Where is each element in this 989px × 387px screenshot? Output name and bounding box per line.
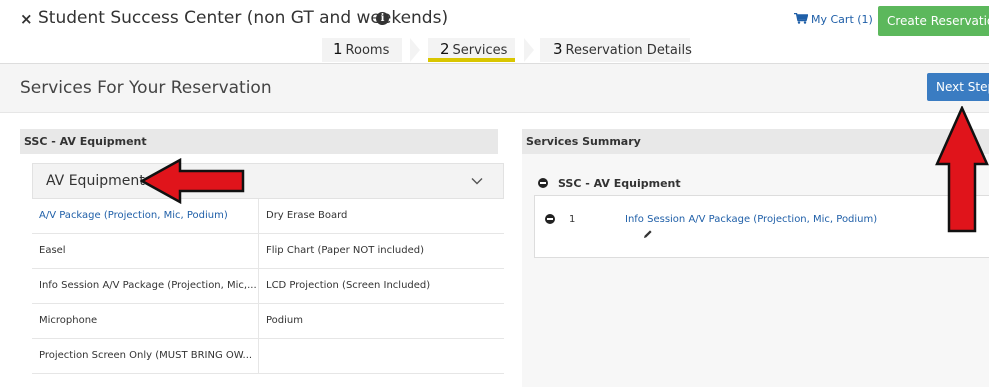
service-item[interactable]: Easel: [32, 234, 258, 268]
service-row: Info Session A/V Package (Projection, Mi…: [32, 269, 504, 304]
service-item[interactable]: Projection Screen Only (MUST BRING OW...: [32, 339, 258, 373]
section-title: Services For Your Reservation: [20, 78, 272, 98]
service-row: A/V Package (Projection, Mic, Podium) Dr…: [32, 199, 504, 234]
av-equipment-group-toggle[interactable]: AV Equipment: [32, 163, 504, 199]
step-label: Reservation Details: [565, 43, 692, 58]
info-icon[interactable]: i: [376, 12, 389, 25]
active-step-indicator: [428, 58, 515, 62]
service-item-empty: [258, 339, 504, 373]
remove-item-icon[interactable]: [545, 214, 555, 224]
my-cart-link[interactable]: My Cart (1): [794, 13, 873, 26]
cart-icon: [794, 13, 808, 24]
services-subheader: Services For Your Reservation Next Step: [0, 64, 989, 113]
summary-group-title: SSC - AV Equipment: [558, 177, 681, 190]
service-item[interactable]: Flip Chart (Paper NOT included): [258, 234, 504, 268]
collapse-icon: [538, 178, 548, 188]
chevron-down-icon: [471, 178, 483, 185]
step-number: 2: [440, 40, 450, 58]
step-label: Rooms: [345, 43, 390, 58]
service-item[interactable]: Dry Erase Board: [258, 199, 504, 233]
cart-label: My Cart (1): [811, 13, 873, 26]
top-header: × Student Success Center (non GT and wee…: [0, 0, 989, 64]
item-quantity: 1: [569, 214, 576, 225]
summary-item-box: 1 Info Session A/V Package (Projection, …: [534, 195, 989, 258]
service-item[interactable]: Podium: [258, 304, 504, 338]
step-rooms[interactable]: 1 Rooms: [333, 40, 389, 64]
step-reservation-details[interactable]: 3 Reservation Details: [553, 40, 692, 64]
service-row: Projection Screen Only (MUST BRING OW...: [32, 339, 504, 374]
service-row: Easel Flip Chart (Paper NOT included): [32, 234, 504, 269]
step-arrow-2: [524, 38, 534, 62]
group-title: AV Equipment: [46, 173, 145, 189]
create-reservation-button[interactable]: Create Reservation: [878, 6, 989, 36]
services-panel: SSC - AV Equipment AV Equipment A/V Pack…: [20, 129, 504, 387]
edit-pencil-icon[interactable]: [643, 229, 653, 239]
panel-header: SSC - AV Equipment: [20, 129, 498, 154]
service-row: Microphone Podium: [32, 304, 504, 339]
summary-group-toggle[interactable]: SSC - AV Equipment: [538, 177, 681, 190]
step-number: 3: [553, 40, 563, 58]
step-number: 1: [333, 40, 343, 58]
services-summary-panel: Services Summary SSC - AV Equipment 1 In…: [522, 129, 989, 387]
service-item[interactable]: A/V Package (Projection, Mic, Podium): [32, 199, 258, 233]
summary-header: Services Summary: [522, 129, 989, 154]
service-item[interactable]: Info Session A/V Package (Projection, Mi…: [32, 269, 258, 303]
service-item[interactable]: LCD Projection (Screen Included): [258, 269, 504, 303]
item-name[interactable]: Info Session A/V Package (Projection, Mi…: [625, 214, 877, 225]
service-item[interactable]: Microphone: [32, 304, 258, 338]
close-icon[interactable]: ×: [20, 10, 33, 28]
step-arrow-1: [410, 38, 420, 62]
next-step-button[interactable]: Next Step: [927, 73, 989, 101]
service-items-list: A/V Package (Projection, Mic, Podium) Dr…: [32, 199, 504, 374]
summary-item-row: 1 Info Session A/V Package (Projection, …: [545, 214, 877, 226]
step-label: Services: [452, 43, 508, 58]
